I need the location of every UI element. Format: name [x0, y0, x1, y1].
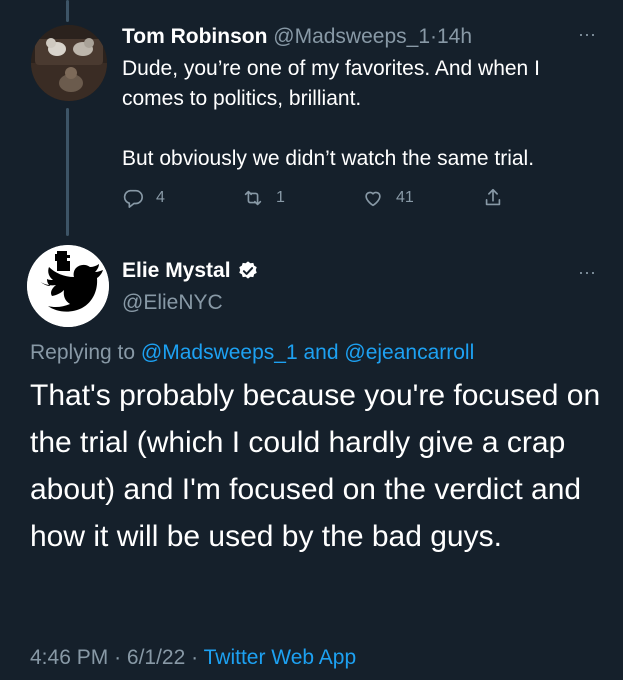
tweet-text-line: But obviously we didn’t watch the same t…: [122, 147, 535, 170]
handle[interactable]: @Madsweeps_1: [273, 25, 430, 48]
timestamp[interactable]: 14h: [437, 25, 472, 48]
replying-to: Replying to @Madsweeps_1 and @ejeancarro…: [30, 340, 474, 366]
reply-icon: [123, 189, 143, 208]
verified-badge-icon: [238, 261, 257, 279]
retweet-icon: [244, 190, 262, 206]
thread-line-top: [66, 0, 69, 22]
reply-count: 4: [156, 189, 165, 206]
avatar[interactable]: [27, 245, 109, 327]
meta-separator: ·: [114, 646, 122, 669]
replying-and[interactable]: and: [303, 341, 338, 364]
reply-button[interactable]: 4: [122, 184, 165, 212]
heart-icon: [365, 191, 381, 207]
tweet-actions: 4 1 41: [122, 184, 522, 212]
thread-line: [66, 108, 69, 236]
mention-link[interactable]: @Madsweeps_1: [141, 341, 298, 364]
like-button[interactable]: 41: [362, 184, 414, 212]
parent-tweet[interactable]: Tom Robinson @Madsweeps_1·14h ··· Dude, …: [0, 0, 623, 240]
share-icon: [485, 188, 501, 206]
tweet-text: That's probably because you're focused o…: [30, 379, 601, 553]
retweet-button[interactable]: 1: [242, 184, 285, 212]
tweet-date[interactable]: 6/1/22: [127, 646, 185, 669]
avatar[interactable]: [31, 25, 107, 101]
tweet-text-line: Dude, you’re one of my favorites. And wh…: [122, 57, 540, 110]
tweet-header: Tom Robinson @Madsweeps_1·14h: [122, 24, 472, 50]
meta-separator: ·: [191, 646, 199, 669]
display-name[interactable]: Elie Mystal: [122, 258, 259, 284]
more-options-icon[interactable]: ···: [578, 262, 596, 282]
source-app-link[interactable]: Twitter Web App: [204, 646, 357, 669]
mention-link[interactable]: @ejeancarroll: [344, 341, 474, 364]
cat-photo-icon: [31, 25, 107, 101]
black-fist-bird-logo-icon: [27, 245, 109, 327]
tweet-thread: Tom Robinson @Madsweeps_1·14h ··· Dude, …: [0, 0, 623, 680]
replying-prefix: Replying to: [30, 341, 136, 364]
tweet-meta: 4:46 PM · 6/1/22 · Twitter Web App: [30, 645, 356, 671]
retweet-count: 1: [276, 189, 285, 206]
display-name[interactable]: Tom Robinson: [122, 25, 267, 48]
like-count: 41: [396, 189, 414, 206]
more-options-icon[interactable]: ···: [578, 24, 596, 44]
share-button[interactable]: [482, 184, 504, 212]
handle[interactable]: @ElieNYC: [122, 290, 223, 316]
display-name-text: Elie Mystal: [122, 259, 231, 282]
tweet-time[interactable]: 4:46 PM: [30, 646, 108, 669]
separator: ·: [430, 25, 437, 48]
tweet-body: Dude, you’re one of my favorites. And wh…: [122, 54, 602, 174]
